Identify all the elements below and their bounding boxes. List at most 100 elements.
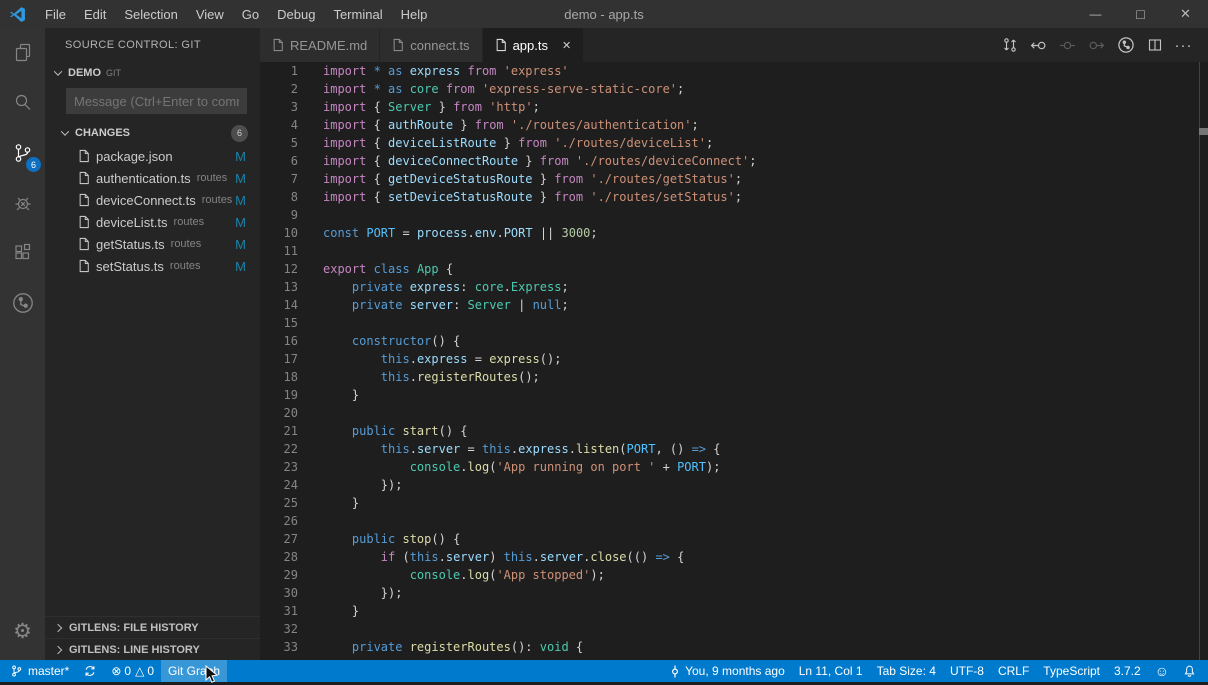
git-branch-icon bbox=[10, 664, 23, 678]
code-text: }); bbox=[323, 476, 402, 494]
activity-debug[interactable] bbox=[0, 178, 45, 228]
code-text: this.express = express(); bbox=[323, 350, 561, 368]
minimize-button[interactable]: — bbox=[1073, 0, 1118, 28]
line-number: 7 bbox=[260, 170, 323, 188]
line-number: 25 bbox=[260, 494, 323, 512]
status-branch[interactable]: master* bbox=[0, 660, 76, 682]
changed-file-row[interactable]: package.jsonM bbox=[45, 145, 260, 167]
code-line: 9 bbox=[260, 206, 1208, 224]
feedback-smiley-icon[interactable]: ☺ bbox=[1148, 660, 1176, 682]
code-line: 29 console.log('App stopped'); bbox=[260, 566, 1208, 584]
source-control-sidebar: SOURCE CONTROL: GIT DEMO GIT CHANGES 6 p… bbox=[45, 28, 260, 660]
next-change-button[interactable] bbox=[1082, 28, 1111, 62]
status-cursor-position[interactable]: Ln 11, Col 1 bbox=[792, 660, 870, 682]
changed-file-row[interactable]: deviceConnect.tsroutesM bbox=[45, 189, 260, 211]
file-name: deviceList.ts bbox=[96, 215, 168, 230]
activity-extensions[interactable] bbox=[0, 228, 45, 278]
line-number: 15 bbox=[260, 314, 323, 332]
tab-app.ts[interactable]: app.ts✕ bbox=[483, 28, 585, 62]
code-line: 33 private registerRoutes(): void { bbox=[260, 638, 1208, 656]
git-status-modified: M bbox=[235, 171, 246, 186]
tab-label: README.md bbox=[290, 38, 367, 53]
file-icon bbox=[495, 38, 507, 52]
branch-label: master* bbox=[28, 664, 69, 678]
open-changes-button[interactable] bbox=[995, 28, 1024, 62]
change-marker-button[interactable] bbox=[1053, 28, 1082, 62]
close-window-button[interactable]: ✕ bbox=[1163, 0, 1208, 28]
changes-section-header[interactable]: CHANGES 6 bbox=[45, 121, 260, 145]
sync-icon bbox=[83, 664, 97, 678]
split-editor-button[interactable] bbox=[1140, 28, 1169, 62]
scrollbar-rail[interactable] bbox=[1199, 62, 1208, 660]
line-number: 19 bbox=[260, 386, 323, 404]
code-text: constructor() { bbox=[323, 332, 460, 350]
activity-explorer[interactable] bbox=[0, 28, 45, 78]
menu-file[interactable]: File bbox=[36, 0, 75, 28]
close-icon[interactable]: ✕ bbox=[562, 39, 571, 52]
code-line: 18 this.registerRoutes(); bbox=[260, 368, 1208, 386]
more-actions-button[interactable]: ··· bbox=[1169, 28, 1198, 62]
section-gitlens-file-history[interactable]: GITLENS: FILE HISTORY bbox=[45, 616, 260, 638]
debug-icon bbox=[11, 191, 35, 215]
code-line: 15 bbox=[260, 314, 1208, 332]
section-gitlens-line-history[interactable]: GITLENS: LINE HISTORY bbox=[45, 638, 260, 660]
code-text: import { authRoute } from './routes/auth… bbox=[323, 116, 699, 134]
code-text: } bbox=[323, 386, 359, 404]
line-number: 8 bbox=[260, 188, 323, 206]
line-number: 21 bbox=[260, 422, 323, 440]
menu-debug[interactable]: Debug bbox=[268, 0, 324, 28]
commit-message-input[interactable] bbox=[66, 88, 247, 114]
tab-bar: README.md connect.tsapp.ts✕ bbox=[260, 28, 1208, 62]
code-line: 32 bbox=[260, 620, 1208, 638]
code-text: public start() { bbox=[323, 422, 468, 440]
changed-file-row[interactable]: deviceList.tsroutesM bbox=[45, 211, 260, 233]
menu-selection[interactable]: Selection bbox=[115, 0, 186, 28]
code-text: private express: core.Express; bbox=[323, 278, 569, 296]
menu-go[interactable]: Go bbox=[233, 0, 268, 28]
menu-help[interactable]: Help bbox=[392, 0, 437, 28]
status-language[interactable]: TypeScript bbox=[1036, 660, 1107, 682]
manage-gear-icon[interactable]: ⚙ bbox=[0, 610, 45, 652]
window-controls: — □ ✕ bbox=[1073, 0, 1208, 28]
line-number: 24 bbox=[260, 476, 323, 494]
changed-file-row[interactable]: authentication.tsroutesM bbox=[45, 167, 260, 189]
scrollbar-thumb[interactable] bbox=[1199, 128, 1208, 135]
error-icon: ⊗ bbox=[111, 664, 121, 678]
line-number: 2 bbox=[260, 80, 323, 98]
file-icon bbox=[78, 259, 90, 273]
code-text: this.server = this.express.listen(PORT, … bbox=[323, 440, 720, 458]
code-editor[interactable]: 1import * as express from 'express'2impo… bbox=[260, 62, 1208, 660]
maximize-button[interactable]: □ bbox=[1118, 0, 1163, 28]
previous-change-button[interactable] bbox=[1024, 28, 1053, 62]
line-number: 29 bbox=[260, 566, 323, 584]
status-tab-size[interactable]: Tab Size: 4 bbox=[870, 660, 943, 682]
tab-readme.md[interactable]: README.md bbox=[260, 28, 380, 62]
gitlens-icon bbox=[10, 290, 36, 316]
gitlens-graph-button[interactable] bbox=[1111, 28, 1140, 62]
file-icon bbox=[78, 237, 90, 251]
line-number: 16 bbox=[260, 332, 323, 350]
status-ts-version[interactable]: 3.7.2 bbox=[1107, 660, 1148, 682]
code-text: import * as core from 'express-serve-sta… bbox=[323, 80, 684, 98]
changed-file-row[interactable]: getStatus.tsroutesM bbox=[45, 233, 260, 255]
code-line: 26 bbox=[260, 512, 1208, 530]
activity-source-control[interactable]: 6 bbox=[0, 128, 45, 178]
activity-gitlens[interactable] bbox=[0, 278, 45, 328]
file-icon bbox=[392, 38, 404, 52]
status-problems[interactable]: ⊗ 0 △ 0 bbox=[104, 660, 161, 682]
tab-connect.ts[interactable]: connect.ts bbox=[380, 28, 482, 62]
menu-edit[interactable]: Edit bbox=[75, 0, 115, 28]
repo-section-header[interactable]: DEMO GIT bbox=[45, 62, 260, 84]
status-commit-info[interactable]: You, 9 months ago bbox=[662, 660, 792, 682]
status-eol[interactable]: CRLF bbox=[991, 660, 1036, 682]
activity-search[interactable] bbox=[0, 78, 45, 128]
code-line: 20 bbox=[260, 404, 1208, 422]
menu-terminal[interactable]: Terminal bbox=[324, 0, 391, 28]
changed-file-row[interactable]: setStatus.tsroutesM bbox=[45, 255, 260, 277]
notifications-bell[interactable] bbox=[1176, 660, 1208, 682]
status-git-graph[interactable]: Git Graph bbox=[161, 660, 227, 682]
line-number: 31 bbox=[260, 602, 323, 620]
menu-view[interactable]: View bbox=[187, 0, 233, 28]
status-sync[interactable] bbox=[76, 660, 104, 682]
status-encoding[interactable]: UTF-8 bbox=[943, 660, 991, 682]
